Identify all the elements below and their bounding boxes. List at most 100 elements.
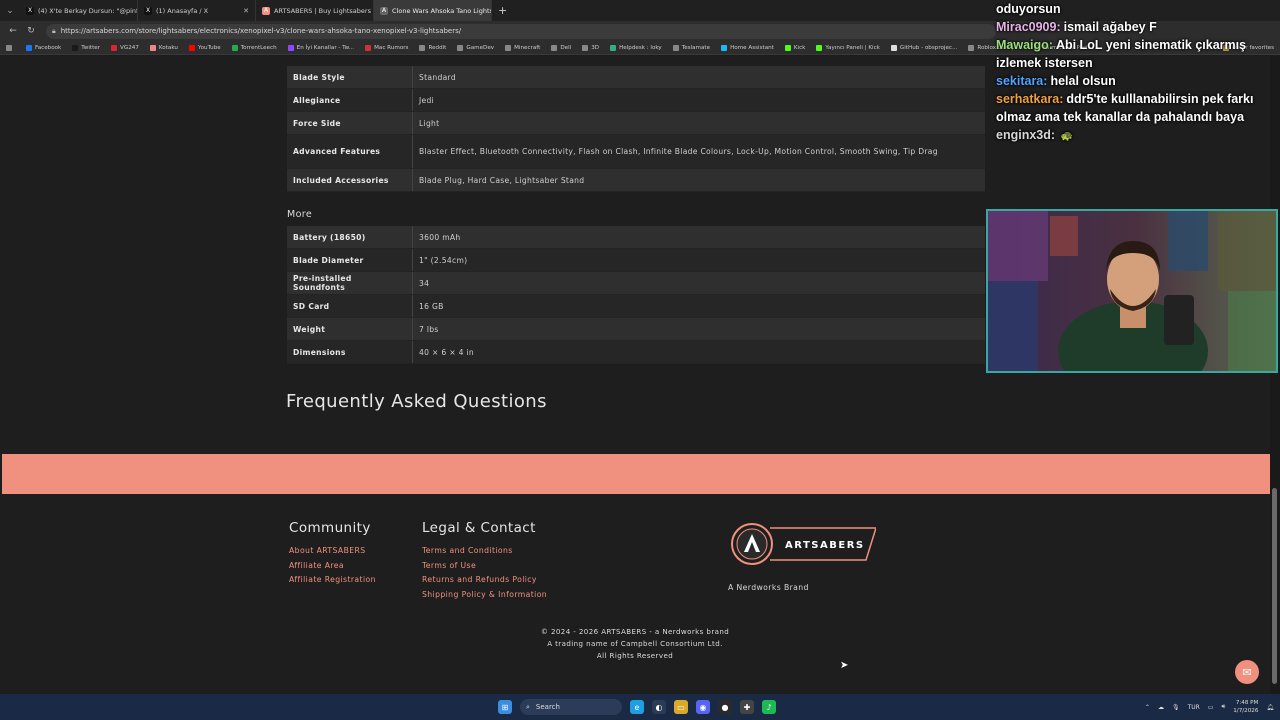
bookmark-icon bbox=[890, 44, 897, 51]
spec-key: Allegiance bbox=[287, 89, 413, 111]
tray-overflow-icon[interactable]: ⌃ bbox=[1145, 704, 1150, 711]
tab-actions-icon[interactable]: ⌄ bbox=[0, 6, 20, 16]
browser-tab-active[interactable]: A Clone Wars Ahsoka Tano Lightsab... ✕ bbox=[374, 0, 492, 21]
close-tab-icon[interactable]: ✕ bbox=[239, 7, 249, 15]
bookmark-label: Twitter bbox=[81, 44, 101, 51]
bookmark-item[interactable]: Minecraft bbox=[505, 44, 541, 51]
bookmark-item[interactable]: Reddit bbox=[419, 44, 446, 51]
table-row: Pre-installed Soundfonts 34 bbox=[287, 272, 985, 295]
bookmark-label: Kotaku bbox=[158, 44, 178, 51]
bookmark-label: Home Assistant bbox=[730, 44, 774, 51]
edge-icon[interactable]: e bbox=[630, 700, 644, 714]
steam-icon[interactable]: ◐ bbox=[652, 700, 666, 714]
bookmark-label: Yayıncı Paneli | Kick bbox=[825, 44, 880, 51]
bookmarks-icon[interactable] bbox=[6, 44, 15, 51]
table-row: Dimensions 40 × 6 × 4 in bbox=[287, 341, 985, 364]
bookmark-item[interactable]: Kotaku bbox=[149, 44, 178, 51]
spec-value: 34 bbox=[419, 278, 430, 288]
spec-value: Standard bbox=[419, 72, 456, 82]
url-text: https://artsabers.com/store/lightsabers/… bbox=[60, 27, 462, 35]
bookmark-item[interactable]: VG247 bbox=[111, 44, 139, 51]
chat-support-button[interactable]: ✉ bbox=[1235, 660, 1259, 684]
bookmark-icon bbox=[231, 44, 238, 51]
notifications-icon[interactable]: 🔔︎ bbox=[1266, 704, 1274, 711]
bookmark-item[interactable]: Yayıncı Paneli | Kick bbox=[816, 44, 880, 51]
bookmark-label: YouTube bbox=[197, 44, 221, 51]
bookmark-icon bbox=[365, 44, 372, 51]
bookmark-item[interactable]: En İyi Kanallar - Tw... bbox=[287, 44, 354, 51]
bookmark-icon bbox=[419, 44, 426, 51]
table-row: Advanced Features Blaster Effect, Blueto… bbox=[287, 135, 985, 169]
bookmark-item[interactable]: TorrentLeech bbox=[231, 44, 277, 51]
search-icon: ⌕ bbox=[526, 702, 530, 711]
bookmark-icon bbox=[72, 44, 79, 51]
bookmark-item[interactable]: 3D bbox=[582, 44, 599, 51]
footer-link-returns[interactable]: Returns and Refunds Policy bbox=[422, 573, 547, 588]
volume-icon[interactable]: 🔊︎ bbox=[1221, 703, 1225, 711]
new-tab-icon[interactable]: + bbox=[498, 4, 507, 17]
bookmark-item[interactable]: Teslamate bbox=[672, 44, 710, 51]
footer-link-terms-of-use[interactable]: Terms of Use bbox=[422, 559, 547, 574]
bookmark-item[interactable]: Kick bbox=[784, 44, 805, 51]
bookmark-item[interactable]: Dell bbox=[551, 44, 571, 51]
bookmark-icon bbox=[551, 44, 558, 51]
bookmark-label: VG247 bbox=[120, 44, 139, 51]
bookmark-icon bbox=[968, 44, 975, 51]
footer-link-affiliate-registration[interactable]: Affiliate Registration bbox=[289, 573, 376, 588]
bookmark-item[interactable]: Mac Rumors bbox=[365, 44, 409, 51]
spotify-icon[interactable]: ♪ bbox=[762, 700, 776, 714]
specs-table: Blade Style Standard Allegiance Jedi For… bbox=[287, 66, 985, 192]
browser-tab[interactable]: A ARTSABERS | Buy Lightsabers Onli... ✕ bbox=[256, 0, 374, 21]
bookmark-item[interactable]: Helpdesk : loky bbox=[610, 44, 662, 51]
browser-tab[interactable]: X (1) Anasayfa / X ✕ bbox=[138, 0, 256, 21]
footer-accent-band bbox=[2, 454, 1270, 494]
scrollbar-thumb[interactable] bbox=[1272, 488, 1277, 684]
language-indicator[interactable]: TUR bbox=[1188, 704, 1200, 711]
microphone-icon[interactable]: 🎙︎ bbox=[1172, 704, 1180, 711]
turtle-emote: 🐢 bbox=[1058, 131, 1074, 142]
search-label: Search bbox=[535, 703, 560, 711]
url-field[interactable]: 🔒︎ https://artsabers.com/store/lightsabe… bbox=[46, 23, 996, 39]
network-icon[interactable]: ▭ bbox=[1208, 704, 1214, 711]
cloud-icon[interactable]: ☁ bbox=[1158, 704, 1164, 711]
footer-link-affiliate-area[interactable]: Affiliate Area bbox=[289, 559, 376, 574]
bookmark-icon bbox=[287, 44, 294, 51]
tab-title: (1) Anasayfa / X bbox=[156, 6, 209, 15]
spec-key: Force Side bbox=[287, 112, 413, 134]
artsabers-logo[interactable]: ARTSABERS bbox=[730, 522, 876, 566]
bookmark-item[interactable]: Twitter bbox=[72, 44, 101, 51]
footer-link-shipping[interactable]: Shipping Policy & Information bbox=[422, 588, 547, 603]
reload-icon[interactable]: ↻ bbox=[22, 26, 40, 36]
chat-message: oduyorsun bbox=[992, 0, 1280, 18]
bookmark-item[interactable]: Facebook bbox=[26, 44, 61, 51]
discord-icon[interactable]: ◉ bbox=[696, 700, 710, 714]
bookmark-label: Minecraft bbox=[514, 44, 541, 51]
file-explorer-icon[interactable]: ▭ bbox=[674, 700, 688, 714]
obs-icon[interactable]: ● bbox=[718, 700, 732, 714]
bookmark-item[interactable]: GameDev bbox=[457, 44, 494, 51]
bookmark-label: Helpdesk : loky bbox=[619, 44, 662, 51]
table-row: Force Side Light bbox=[287, 112, 985, 135]
bookmark-icon bbox=[111, 44, 118, 51]
taskbar-search[interactable]: ⌕ Search bbox=[520, 699, 622, 715]
bookmark-item[interactable]: Home Assistant bbox=[721, 44, 774, 51]
x-icon: X bbox=[144, 6, 152, 15]
bookmark-item[interactable]: GitHub - obsprojec... bbox=[890, 44, 957, 51]
browser-tab[interactable]: X (4) X'te Berkay Dursun: "@pinfip... ✕ bbox=[20, 0, 138, 21]
app-icon[interactable]: ✚ bbox=[740, 700, 754, 714]
clock[interactable]: 7:48 PM 1/7/2026 bbox=[1233, 699, 1258, 715]
brand-tagline: A Nerdworks Brand bbox=[728, 583, 809, 592]
start-icon[interactable]: ⊞ bbox=[498, 700, 512, 714]
table-row: SD Card 16 GB bbox=[287, 295, 985, 318]
spec-value: 16 GB bbox=[419, 301, 444, 311]
footer-link-about[interactable]: About ARTSABERS bbox=[289, 544, 376, 559]
chat-username: enginx3d: bbox=[996, 128, 1056, 142]
bookmark-icon bbox=[149, 44, 156, 51]
footer-link-terms-conditions[interactable]: Terms and Conditions bbox=[422, 544, 547, 559]
back-icon[interactable]: ← bbox=[4, 26, 22, 36]
bookmark-item[interactable]: YouTube bbox=[188, 44, 221, 51]
bookmark-icon bbox=[188, 44, 195, 51]
bookmark-label: Mac Rumors bbox=[374, 44, 409, 51]
spec-value: Jedi bbox=[419, 95, 435, 105]
spec-key: Dimensions bbox=[287, 341, 413, 363]
